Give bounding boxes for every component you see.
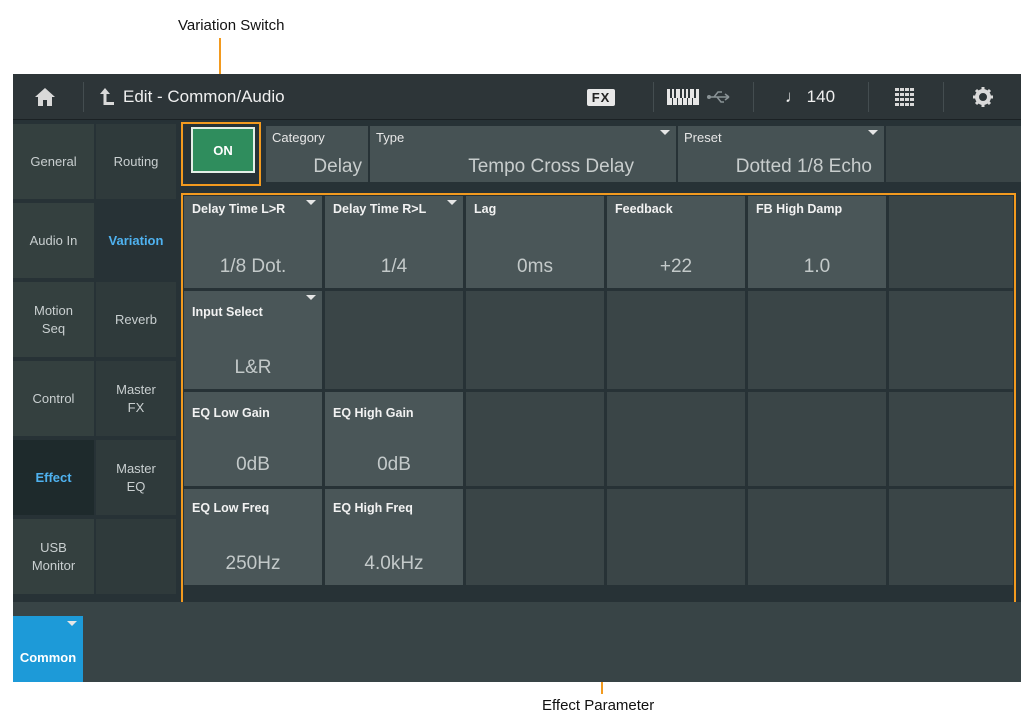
usb-icon bbox=[703, 74, 739, 120]
keyboard-icon bbox=[665, 74, 701, 120]
category-label: Category bbox=[272, 130, 325, 145]
synth-screen: Edit - Common/Audio FX ♩ 140 General Aud… bbox=[13, 74, 1021, 682]
nav-control[interactable]: Control bbox=[13, 361, 94, 436]
header-empty bbox=[886, 126, 1021, 182]
common-tab-label: Common bbox=[19, 649, 77, 665]
preset-value: Dotted 1/8 Echo bbox=[735, 156, 872, 177]
nav-effect[interactable]: Effect bbox=[13, 440, 94, 515]
nav-general[interactable]: General bbox=[13, 124, 94, 199]
category-value: Delay bbox=[313, 156, 362, 177]
nav-motion-seq-label: Motion Seq bbox=[33, 302, 74, 336]
preset-dropdown-icon bbox=[868, 130, 878, 135]
top-bar: Edit - Common/Audio FX ♩ 140 bbox=[13, 74, 1021, 120]
nav-usb-monitor-label: USB Monitor bbox=[31, 539, 76, 573]
variation-switch-callout-label: Variation Switch bbox=[178, 17, 285, 34]
common-dropdown-icon bbox=[67, 621, 77, 626]
fx-label: FX bbox=[586, 88, 616, 106]
nav-audio-in[interactable]: Audio In bbox=[13, 203, 94, 278]
nav-empty-slot bbox=[96, 519, 176, 594]
back-arrow-icon[interactable] bbox=[93, 74, 121, 120]
category-selector[interactable]: Category Delay bbox=[266, 126, 368, 182]
preset-selector[interactable]: Preset Dotted 1/8 Echo bbox=[678, 126, 884, 182]
tempo-display[interactable]: ♩ 140 bbox=[765, 74, 855, 120]
effect-parameter-callout-label: Effect Parameter bbox=[542, 697, 655, 714]
nav-master-fx[interactable]: Master FX bbox=[96, 361, 176, 436]
nav-master-eq-label: Master EQ bbox=[116, 460, 156, 494]
nav-reverb[interactable]: Reverb bbox=[96, 282, 176, 357]
common-tab[interactable]: Common bbox=[13, 616, 83, 682]
type-dropdown-icon bbox=[660, 130, 670, 135]
nav-master-eq[interactable]: Master EQ bbox=[96, 440, 176, 515]
nav-routing[interactable]: Routing bbox=[96, 124, 176, 199]
fx-badge[interactable]: FX bbox=[578, 74, 624, 120]
home-icon[interactable] bbox=[25, 74, 65, 120]
nav-variation[interactable]: Variation bbox=[96, 203, 176, 278]
effect-parameter-highlight bbox=[181, 193, 1016, 605]
nav-master-fx-label: Master FX bbox=[116, 381, 156, 415]
grid-icon[interactable] bbox=[885, 74, 925, 120]
variation-switch-highlight bbox=[181, 122, 261, 186]
type-value: Tempo Cross Delay bbox=[468, 156, 634, 177]
nav-usb-monitor[interactable]: USB Monitor bbox=[13, 519, 94, 594]
type-label: Type bbox=[376, 130, 405, 145]
tempo-value: ♩ 140 bbox=[784, 87, 836, 106]
nav-motion-seq[interactable]: Motion Seq bbox=[13, 282, 94, 357]
gear-icon[interactable] bbox=[963, 74, 1003, 120]
bottom-bar: Common bbox=[13, 602, 1021, 682]
preset-label: Preset bbox=[684, 130, 722, 145]
page-title: Edit - Common/Audio bbox=[123, 87, 285, 106]
type-selector[interactable]: Type Tempo Cross Delay bbox=[370, 126, 676, 182]
